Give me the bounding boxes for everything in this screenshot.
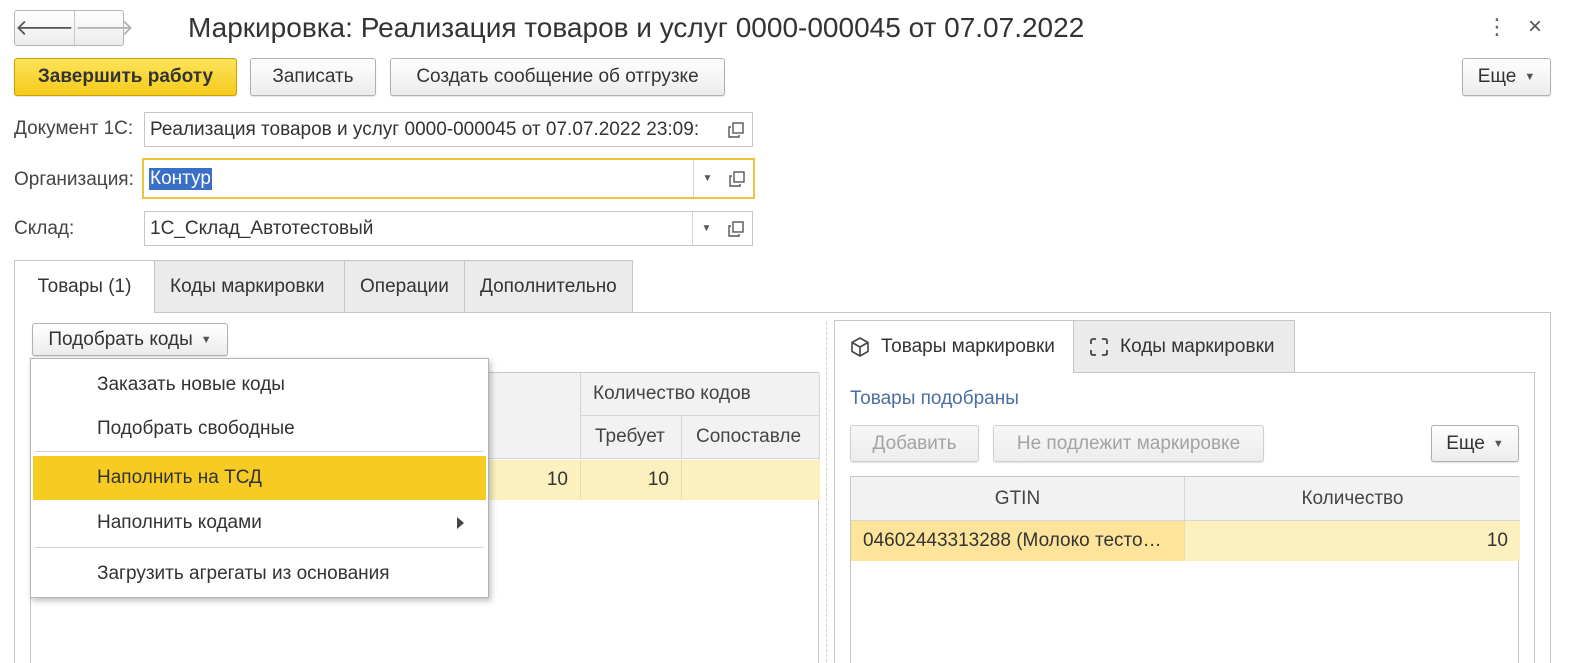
tab-additional[interactable]: Дополнительно xyxy=(464,260,633,312)
subtab-marking-codes-label: Коды маркировки xyxy=(1120,335,1275,357)
col-required-header[interactable]: Требует xyxy=(581,416,682,459)
col-gtin-header[interactable]: GTIN xyxy=(851,477,1185,521)
menu-item-fill-codes[interactable]: Наполнить кодами xyxy=(33,501,486,545)
add-button[interactable]: Добавить xyxy=(850,425,979,462)
main-tabs: Товары (1) Коды маркировки Операции Допо… xyxy=(14,260,633,313)
tab-operations[interactable]: Операции xyxy=(344,260,465,312)
row-quantity-cell[interactable]: 10 xyxy=(1185,521,1520,561)
pick-codes-button[interactable]: Подобрать коды ▼ xyxy=(32,323,228,356)
organization-label: Организация: xyxy=(14,169,134,190)
window-title: Маркировка: Реализация товаров и услуг 0… xyxy=(188,12,1085,43)
more-label: Еще xyxy=(1477,66,1517,87)
dropdown-arrow-icon[interactable]: ▼ xyxy=(693,160,721,197)
subtab-marking-codes[interactable]: Коды маркировки xyxy=(1073,320,1295,372)
tab-marking-codes[interactable]: Коды маркировки xyxy=(154,260,345,312)
subtab-goods-marking-label: Товары маркировки xyxy=(881,336,1055,357)
open-icon[interactable] xyxy=(721,160,753,197)
chevron-down-icon: ▼ xyxy=(1524,71,1536,83)
submenu-arrow-icon xyxy=(457,517,464,529)
col-quantity-header[interactable]: Количество xyxy=(1185,477,1520,521)
pick-codes-menu: Заказать новые коды Подобрать свободные … xyxy=(30,358,489,598)
document-field[interactable]: Реализация товаров и услуг 0000-000045 о… xyxy=(144,112,753,147)
save-button[interactable]: Записать xyxy=(250,58,376,96)
subtab-goods-marking[interactable]: Товары маркировки xyxy=(834,320,1074,373)
organization-input[interactable]: Контур xyxy=(144,160,693,197)
finish-work-button[interactable]: Завершить работу xyxy=(14,58,237,96)
row-matched-cell[interactable] xyxy=(682,460,820,500)
history-nav: 🡐 🡒 xyxy=(14,10,134,46)
tab-goods[interactable]: Товары (1) xyxy=(14,260,155,313)
panel-splitter[interactable] xyxy=(826,322,827,663)
right-more-label: Еще xyxy=(1446,432,1485,454)
organization-value: Контур xyxy=(149,167,212,190)
menu-item-load-aggregates[interactable]: Загрузить агрегаты из основания xyxy=(33,553,486,595)
document-value: Реализация товаров и услуг 0000-000045 о… xyxy=(150,118,700,140)
col-matched-header[interactable]: Сопоставле xyxy=(682,416,820,459)
menu-separator xyxy=(35,547,484,548)
pick-codes-label: Подобрать коды xyxy=(48,328,193,350)
chevron-down-icon: ▼ xyxy=(200,333,212,346)
create-shipment-message-button[interactable]: Создать сообщение об отгрузке xyxy=(390,58,725,96)
document-label: Документ 1С: xyxy=(14,118,134,139)
not-subject-to-marking-button[interactable]: Не подлежит маркировке xyxy=(993,425,1264,462)
forward-arrow-icon[interactable]: 🡒 xyxy=(74,11,134,45)
marking-goods-table: GTIN Количество 04602443313288 (Молоко т… xyxy=(850,476,1520,663)
close-icon[interactable]: × xyxy=(1528,10,1542,44)
warehouse-field[interactable]: 1С_Склад_Автотестовый ▼ xyxy=(144,211,753,246)
scan-frame-icon xyxy=(1088,336,1110,358)
menu-item-fill-tsd[interactable]: Наполнить на ТСД xyxy=(33,456,486,500)
menu-separator xyxy=(35,451,484,452)
menu-item-pick-free[interactable]: Подобрать свободные xyxy=(33,407,486,451)
chevron-down-icon: ▼ xyxy=(1492,437,1504,450)
status-text: Товары подобраны xyxy=(850,388,1019,409)
row-required-cell[interactable]: 10 xyxy=(581,460,682,500)
codes-count-header: Количество кодов xyxy=(581,373,820,416)
kebab-menu-icon[interactable]: ⋮ xyxy=(1486,12,1508,42)
open-icon[interactable] xyxy=(720,212,752,245)
row-gtin-cell[interactable]: 04602443313288 (Молоко тесто… xyxy=(851,521,1185,561)
back-arrow-icon[interactable]: 🡐 xyxy=(15,11,74,45)
open-icon[interactable] xyxy=(720,113,752,146)
menu-item-fill-codes-label: Наполнить кодами xyxy=(97,512,262,533)
warehouse-value: 1С_Склад_Автотестовый xyxy=(150,217,374,239)
right-more-button[interactable]: Еще ▼ xyxy=(1431,425,1519,462)
more-button[interactable]: Еще ▼ xyxy=(1462,58,1551,96)
dropdown-arrow-icon[interactable]: ▼ xyxy=(692,212,720,245)
box-icon xyxy=(849,336,871,358)
warehouse-label: Склад: xyxy=(14,218,75,239)
organization-field[interactable]: Контур ▼ xyxy=(142,158,755,199)
menu-item-order-new-codes[interactable]: Заказать новые коды xyxy=(33,363,486,407)
